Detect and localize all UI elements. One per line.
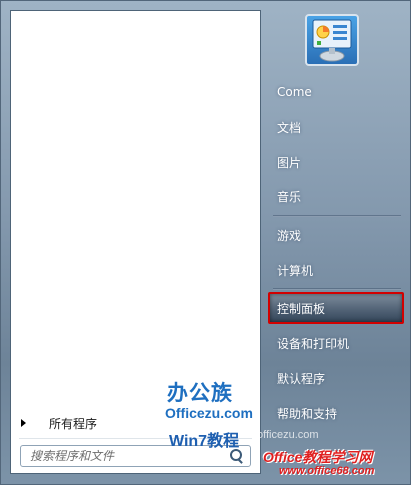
watermark-tutorial: Win7教程 [169,433,240,450]
menu-item-label: 默认程序 [277,371,326,386]
menu-item-label: 图片 [277,155,302,170]
all-programs-label: 所有程序 [49,416,98,431]
menu-item-label: 帮助和支持 [277,406,338,421]
menu-item-label: 游戏 [277,228,302,243]
start-menu: 所有程序 Come 文档 图片 音乐 [0,0,411,485]
menu-item-label: 控制面板 [277,301,326,316]
watermark-logo: 办公族 Officezu.com [151,377,261,423]
menu-separator [273,215,401,217]
menu-item-control-panel[interactable]: 控制面板 [268,292,404,324]
control-panel-icon [312,19,352,62]
menu-item-label: 音乐 [277,189,302,204]
watermark-domain: Officezu.com [165,405,253,421]
menu-item-music[interactable]: 音乐 [268,180,404,212]
menu-item-label: 文档 [277,120,302,135]
menu-item-label: 计算机 [277,263,314,278]
program-list [11,11,260,400]
menu-item-label: 设备和打印机 [277,336,350,351]
watermark-faint-domain: officezu.com [257,429,319,441]
menu-item-games[interactable]: 游戏 [268,219,404,251]
menu-item-documents[interactable]: 文档 [268,111,404,143]
user-picture[interactable] [305,14,359,66]
menu-item-user[interactable]: Come [268,76,404,108]
menu-item-help-support[interactable]: 帮助和支持 [268,397,404,429]
menu-separator [273,288,401,290]
menu-item-label: Come [277,85,312,99]
menu-item-devices-printers[interactable]: 设备和打印机 [268,327,404,359]
watermark-url: www.office68.com [279,465,375,477]
right-arrow-icon [21,419,26,427]
menu-item-pictures[interactable]: 图片 [268,146,404,178]
menu-item-computer[interactable]: 计算机 [268,254,404,286]
watermark-title: 办公族 [167,381,233,405]
menu-item-default-programs[interactable]: 默认程序 [268,362,404,394]
watermark-brand: Office教程学习网 [263,449,373,465]
